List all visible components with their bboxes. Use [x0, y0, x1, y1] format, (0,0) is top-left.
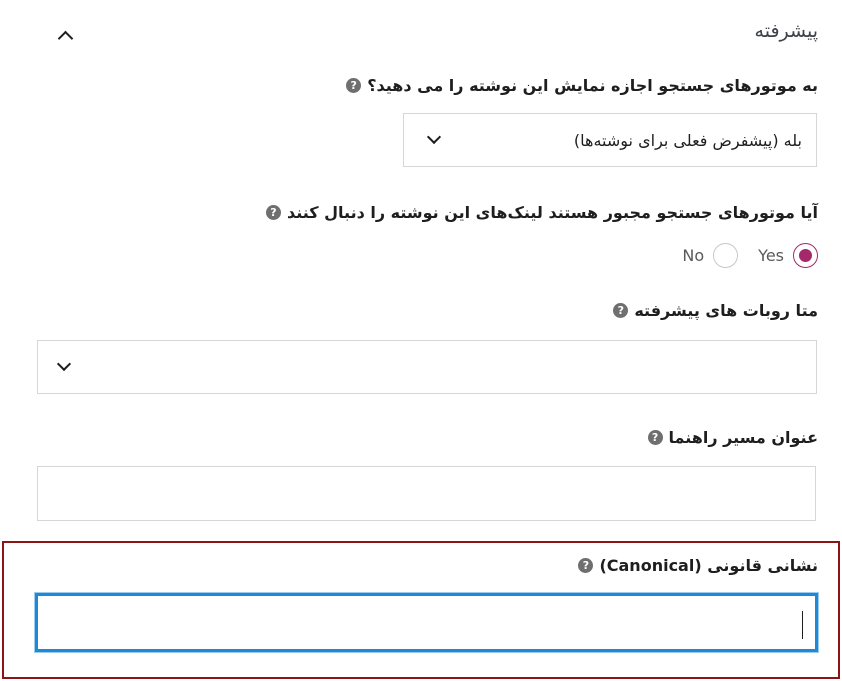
follow-radio-yes[interactable]: Yes	[758, 242, 818, 268]
follow-radio-group: Yes No	[682, 240, 818, 270]
canonical-label-text: نشانی قانونی (Canonical)	[599, 556, 818, 575]
radio-yes-circle[interactable]	[793, 242, 818, 268]
breadcrumb-title-input[interactable]	[37, 466, 816, 521]
meta-robots-label-text: متا روبات های پیشرفته	[634, 301, 818, 320]
index-label-text: به موتورهای جستجو اجازه نمایش این نوشته …	[367, 76, 818, 95]
help-icon[interactable]: ?	[647, 430, 663, 445]
canonical-url-input[interactable]	[35, 593, 818, 652]
follow-label: آیا موتورهای جستجو مجبور هستند لینک‌های …	[265, 203, 818, 222]
help-icon[interactable]: ?	[265, 205, 281, 220]
text-caret	[801, 611, 803, 639]
index-select-value: بله (پیشفرض فعلی برای نوشته‌ها)	[573, 130, 802, 150]
breadcrumb-title-label-text: عنوان مسیر راهنما	[668, 428, 819, 447]
help-icon[interactable]: ?	[578, 558, 594, 573]
section-title: پیشرفته	[754, 20, 818, 42]
index-label: به موتورهای جستجو اجازه نمایش این نوشته …	[346, 76, 818, 95]
breadcrumb-title-label: عنوان مسیر راهنما ?	[647, 428, 819, 447]
help-icon[interactable]: ?	[613, 303, 629, 318]
meta-robots-select[interactable]	[37, 340, 817, 394]
follow-radio-no[interactable]: No	[682, 242, 739, 268]
chevron-down-icon	[54, 341, 74, 393]
meta-robots-label: متا روبات های پیشرفته ?	[613, 301, 818, 320]
chevron-up-icon[interactable]	[50, 20, 80, 50]
radio-no-label: No	[682, 245, 705, 265]
radio-yes-label: Yes	[758, 245, 784, 265]
follow-label-text: آیا موتورهای جستجو مجبور هستند لینک‌های …	[286, 203, 818, 222]
chevron-down-icon	[424, 114, 444, 166]
canonical-label: نشانی قانونی (Canonical) ?	[578, 556, 818, 575]
help-icon[interactable]: ?	[346, 78, 362, 93]
radio-no-circle[interactable]	[713, 242, 739, 268]
advanced-settings-panel: پیشرفته به موتورهای جستجو اجازه نمایش ای…	[0, 0, 842, 681]
index-select[interactable]: بله (پیشفرض فعلی برای نوشته‌ها)	[403, 113, 817, 167]
advanced-section-header[interactable]: پیشرفته	[0, 0, 842, 70]
